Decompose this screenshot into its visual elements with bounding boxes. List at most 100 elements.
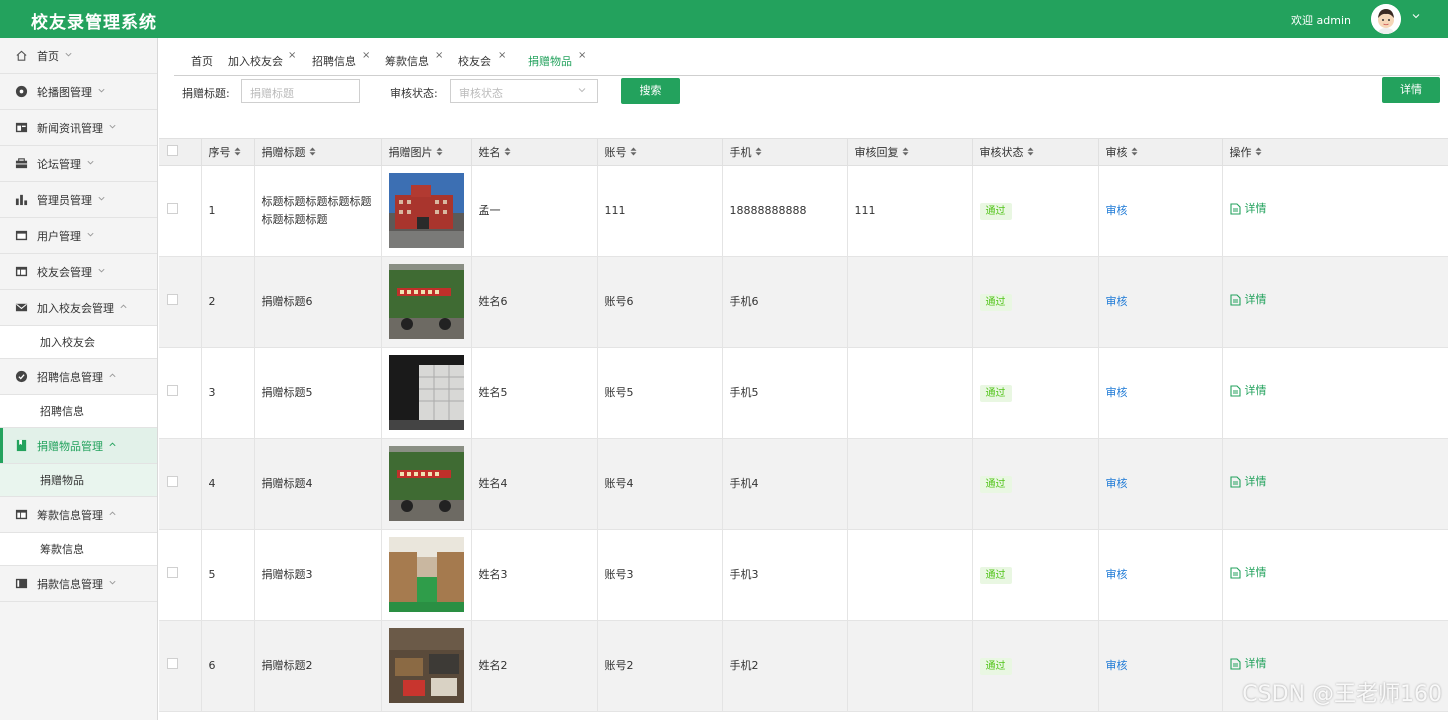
title-search-label: 捐赠标题: (182, 87, 230, 100)
sidebar-item-5[interactable]: 管理员管理 (0, 182, 157, 218)
detail-link[interactable]: 详情 (1229, 291, 1267, 309)
sidebar-item-2[interactable]: 轮播图管理 (0, 74, 157, 110)
search-button[interactable]: 搜索 (621, 78, 680, 104)
table-row[interactable]: 2 捐赠标题6 姓名6 账号6 手机6 通过 审核 详情 (159, 256, 1448, 348)
sidebar-subitem-11[interactable]: 筹款信息 (0, 533, 157, 566)
review-link[interactable]: 审核 (1106, 295, 1128, 308)
cell-title: 捐赠标题4 (254, 438, 382, 530)
sort-icon[interactable] (234, 147, 241, 158)
sidebar-item-4[interactable]: 论坛管理 (0, 146, 157, 182)
sidebar-item-12[interactable]: 捐款信息管理 (0, 566, 157, 602)
detail-link[interactable]: 详情 (1229, 473, 1267, 491)
donation-image[interactable] (388, 264, 464, 339)
review-link[interactable]: 审核 (1106, 204, 1128, 217)
donation-image[interactable] (388, 355, 464, 430)
detail-link[interactable]: 详情 (1229, 382, 1267, 400)
column-header-8[interactable]: 审核状态 (972, 139, 1099, 166)
column-header-label: 操作 (1229, 145, 1252, 159)
sidebar-item-8[interactable]: 加入校友会管理 (0, 290, 157, 326)
sidebar-item-7[interactable]: 校友会管理 (0, 254, 157, 290)
column-header-7[interactable]: 审核回复 (847, 139, 973, 166)
tab-5[interactable]: 校友会 × (458, 50, 506, 69)
chevron-down-icon[interactable] (1411, 11, 1421, 24)
cell-account: 账号5 (597, 347, 723, 439)
detail-link-label: 详情 (1244, 202, 1267, 215)
column-header-10[interactable]: 操作 (1222, 139, 1448, 166)
donation-image[interactable] (388, 173, 464, 248)
cell-text: 捐赠标题3 (261, 567, 313, 581)
cell-image (381, 256, 472, 348)
review-link[interactable]: 审核 (1106, 477, 1128, 490)
row-checkbox[interactable] (167, 475, 178, 487)
sidebar-item-6[interactable]: 用户管理 (0, 218, 157, 254)
close-icon[interactable]: × (362, 50, 370, 61)
sidebar-subitem-10[interactable]: 捐赠物品 (0, 464, 157, 497)
sort-icon[interactable] (1255, 147, 1262, 158)
status-select[interactable]: 审核状态 (450, 79, 598, 103)
table-row[interactable]: 1 标题标题标题标题标题标题标题标题 孟一 111 18888888888 111 通过 审核… (159, 165, 1448, 257)
row-checkbox[interactable] (167, 384, 178, 396)
avatar[interactable] (1371, 4, 1401, 34)
tab-2[interactable]: 加入校友会 × (228, 50, 296, 69)
sort-icon[interactable] (1027, 147, 1034, 158)
sort-icon[interactable] (630, 147, 637, 158)
sort-icon[interactable] (902, 147, 909, 158)
tab-4[interactable]: 筹款信息 × (385, 50, 443, 69)
donation-image[interactable] (388, 446, 464, 521)
sort-icon[interactable] (1131, 147, 1138, 158)
cell-review: 审核 (1098, 256, 1223, 348)
column-header-5[interactable]: 账号 (597, 139, 723, 166)
review-link[interactable]: 审核 (1106, 659, 1128, 672)
cell-status: 通过 (972, 438, 1099, 530)
column-header-1[interactable]: 序号 (201, 139, 255, 166)
sidebar-item-3[interactable]: 新闻资讯管理 (0, 110, 157, 146)
detail-link[interactable]: 详情 (1229, 564, 1267, 582)
detail-link[interactable]: 详情 (1229, 200, 1267, 218)
close-icon[interactable]: × (288, 50, 296, 61)
table-icon (14, 508, 28, 522)
donation-image[interactable] (388, 537, 464, 612)
sort-icon[interactable] (755, 147, 762, 158)
status-select-placeholder: 审核状态 (459, 87, 503, 100)
close-icon[interactable]: × (578, 50, 586, 61)
close-icon[interactable]: × (498, 50, 506, 61)
sidebar-item-10[interactable]: 捐赠物品管理 (0, 428, 157, 464)
review-link[interactable]: 审核 (1106, 568, 1128, 581)
detail-button[interactable]: 详情 (1382, 77, 1440, 103)
row-checkbox[interactable] (167, 202, 178, 214)
table-row[interactable]: 4 捐赠标题4 姓名4 账号4 手机4 通过 审核 详情 (159, 438, 1448, 530)
document-icon (1229, 203, 1241, 215)
sidebar-item-1[interactable]: 首页 (0, 38, 157, 74)
table-row[interactable]: 3 捐赠标题5 姓名5 账号5 手机5 通过 审核 详情 (159, 347, 1448, 439)
sidebar-item-9[interactable]: 招聘信息管理 (0, 359, 157, 395)
sidebar-subitem-9[interactable]: 招聘信息 (0, 395, 157, 428)
select-all-checkbox[interactable] (167, 144, 178, 156)
sidebar-item-label: 筹款信息管理 (37, 508, 103, 522)
column-header-9[interactable]: 审核 (1098, 139, 1223, 166)
cell-phone: 手机6 (722, 256, 848, 348)
detail-link[interactable]: 详情 (1229, 655, 1267, 673)
column-header-2[interactable]: 捐赠标题 (254, 139, 382, 166)
sidebar-item-11[interactable]: 筹款信息管理 (0, 497, 157, 533)
donation-image[interactable] (388, 628, 464, 703)
row-checkbox[interactable] (167, 657, 178, 669)
cell-phone: 手机5 (722, 347, 848, 439)
cell-reply (847, 438, 973, 530)
row-checkbox[interactable] (167, 293, 178, 305)
admin-chart-icon (14, 193, 28, 207)
tab-3[interactable]: 招聘信息 × (312, 50, 370, 69)
review-link[interactable]: 审核 (1106, 386, 1128, 399)
column-header-4[interactable]: 姓名 (471, 139, 598, 166)
sort-icon[interactable] (504, 147, 511, 158)
title-search-input[interactable]: 捐赠标题 (241, 79, 360, 103)
table-row[interactable]: 5 捐赠标题3 姓名3 账号3 手机3 通过 审核 详情 (159, 529, 1448, 621)
tab-6[interactable]: 捐赠物品 × (528, 50, 586, 69)
sidebar-subitem-8[interactable]: 加入校友会 (0, 326, 157, 359)
close-icon[interactable]: × (435, 50, 443, 61)
tab-1[interactable]: 首页 (191, 53, 213, 69)
sort-icon[interactable] (436, 147, 443, 158)
sort-icon[interactable] (309, 147, 316, 158)
column-header-3[interactable]: 捐赠图片 (381, 139, 472, 166)
row-checkbox[interactable] (167, 566, 178, 578)
column-header-6[interactable]: 手机 (722, 139, 848, 166)
